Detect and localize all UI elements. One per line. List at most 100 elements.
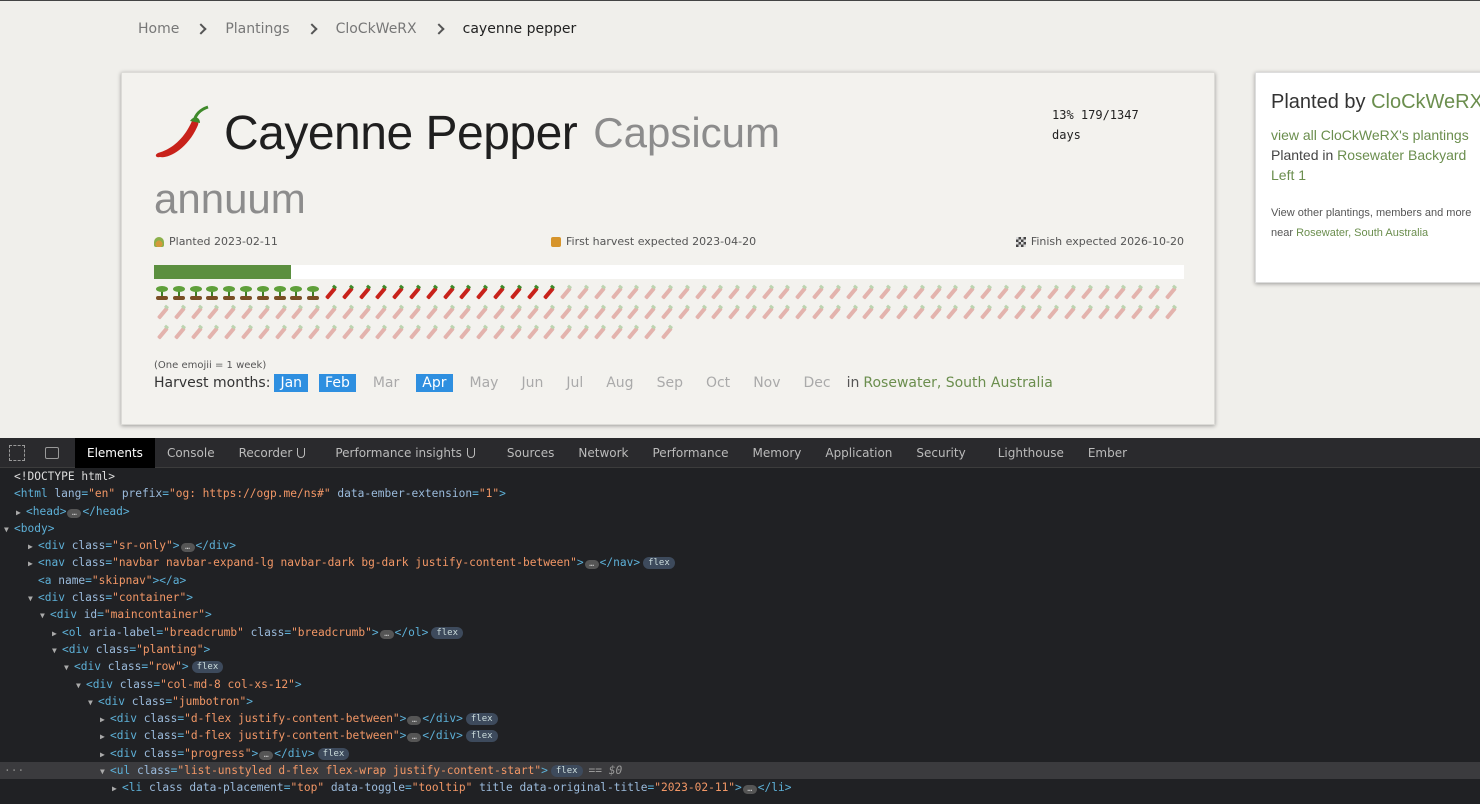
dom-node[interactable]: ▶ <li class data-placement="top" data-tog… — [0, 779, 1480, 796]
pepper-week-icon[interactable] — [272, 323, 289, 343]
pepper-week-icon[interactable] — [910, 303, 927, 323]
seedling-week-icon[interactable] — [288, 283, 305, 303]
tab-performance[interactable]: Performance — [641, 438, 741, 468]
pepper-week-icon[interactable] — [591, 303, 608, 323]
tab-recorder[interactable]: Recorder — [227, 438, 318, 468]
pepper-week-icon[interactable] — [255, 323, 272, 343]
view-all-plantings-link[interactable]: view all CloCkWeRX's plantings — [1271, 125, 1480, 145]
dom-node[interactable]: <!DOCTYPE html> — [0, 468, 1480, 485]
pepper-week-icon[interactable] — [1111, 303, 1128, 323]
dom-node[interactable]: ▼ <div id="maincontainer"> — [0, 606, 1480, 623]
pepper-week-icon[interactable] — [742, 303, 759, 323]
dom-node[interactable]: ▼ <body> — [0, 520, 1480, 537]
pepper-week-icon[interactable] — [994, 283, 1011, 303]
pepper-week-icon[interactable] — [1027, 303, 1044, 323]
pepper-week-icon[interactable] — [843, 283, 860, 303]
seedling-week-icon[interactable] — [255, 283, 272, 303]
pepper-week-icon[interactable] — [507, 283, 524, 303]
seedling-week-icon[interactable] — [171, 283, 188, 303]
pepper-week-icon[interactable] — [557, 303, 574, 323]
pepper-week-icon[interactable] — [658, 323, 675, 343]
pepper-week-icon[interactable] — [843, 303, 860, 323]
dom-node[interactable]: ··· ▼ <ul class="list-unstyled d-flex flex… — [0, 762, 1480, 780]
inspect-element-icon[interactable] — [9, 444, 25, 461]
pepper-week-icon[interactable] — [204, 323, 221, 343]
pepper-week-icon[interactable] — [406, 303, 423, 323]
breadcrumb-owner[interactable]: CloCkWeRX — [336, 21, 417, 37]
pepper-week-icon[interactable] — [540, 323, 557, 343]
pepper-week-icon[interactable] — [423, 283, 440, 303]
pepper-week-icon[interactable] — [708, 303, 725, 323]
pepper-week-icon[interactable] — [759, 303, 776, 323]
seedling-week-icon[interactable] — [204, 283, 221, 303]
pepper-week-icon[interactable] — [641, 283, 658, 303]
dom-node[interactable]: ▼ <div class="container"> — [0, 589, 1480, 606]
pepper-week-icon[interactable] — [456, 303, 473, 323]
seedling-week-icon[interactable] — [188, 283, 205, 303]
pepper-week-icon[interactable] — [305, 303, 322, 323]
pepper-week-icon[interactable] — [1095, 283, 1112, 303]
pepper-week-icon[interactable] — [154, 323, 171, 343]
pepper-week-icon[interactable] — [826, 283, 843, 303]
pepper-week-icon[interactable] — [389, 303, 406, 323]
tab-application[interactable]: Application — [813, 438, 904, 468]
pepper-week-icon[interactable] — [540, 283, 557, 303]
pepper-week-icon[interactable] — [960, 303, 977, 323]
pepper-week-icon[interactable] — [456, 283, 473, 303]
dom-node[interactable]: ▼ <div class="col-md-8 col-xs-12"> — [0, 676, 1480, 693]
pepper-week-icon[interactable] — [171, 303, 188, 323]
pepper-week-icon[interactable] — [591, 283, 608, 303]
pepper-week-icon[interactable] — [356, 283, 373, 303]
pepper-week-icon[interactable] — [826, 303, 843, 323]
pepper-week-icon[interactable] — [859, 303, 876, 323]
owner-link[interactable]: CloCkWeRX — [1371, 91, 1480, 113]
device-toolbar-icon[interactable] — [45, 446, 59, 459]
pepper-week-icon[interactable] — [708, 283, 725, 303]
tab-elements[interactable]: Elements — [75, 437, 155, 468]
pepper-week-icon[interactable] — [288, 303, 305, 323]
pepper-week-icon[interactable] — [675, 283, 692, 303]
pepper-week-icon[interactable] — [1095, 303, 1112, 323]
pepper-week-icon[interactable] — [490, 303, 507, 323]
pepper-week-icon[interactable] — [943, 283, 960, 303]
pepper-week-icon[interactable] — [305, 323, 322, 343]
pepper-week-icon[interactable] — [876, 283, 893, 303]
pepper-week-icon[interactable] — [893, 283, 910, 303]
tab-performance-insights[interactable]: Performance insights — [323, 438, 487, 468]
dom-node[interactable]: ▶ <div class="d-flex justify-content-betw… — [0, 727, 1480, 744]
pepper-week-icon[interactable] — [1027, 283, 1044, 303]
near-location-link[interactable]: Rosewater, South Australia — [1296, 227, 1428, 239]
pepper-week-icon[interactable] — [423, 323, 440, 343]
pepper-week-icon[interactable] — [221, 303, 238, 323]
pepper-week-icon[interactable] — [775, 283, 792, 303]
pepper-week-icon[interactable] — [272, 303, 289, 323]
dom-node[interactable]: ▼ <div class="planting"> — [0, 641, 1480, 658]
dom-node[interactable]: ▶ <div class="progress">… </div> flex — [0, 745, 1480, 762]
pepper-week-icon[interactable] — [910, 283, 927, 303]
pepper-week-icon[interactable] — [809, 283, 826, 303]
pepper-week-icon[interactable] — [977, 283, 994, 303]
pepper-week-icon[interactable] — [574, 283, 591, 303]
pepper-week-icon[interactable] — [692, 303, 709, 323]
pepper-week-icon[interactable] — [1078, 283, 1095, 303]
pepper-week-icon[interactable] — [440, 323, 457, 343]
pepper-week-icon[interactable] — [759, 283, 776, 303]
pepper-week-icon[interactable] — [389, 283, 406, 303]
pepper-week-icon[interactable] — [524, 323, 541, 343]
pepper-week-icon[interactable] — [608, 303, 625, 323]
pepper-week-icon[interactable] — [423, 303, 440, 323]
pepper-week-icon[interactable] — [1044, 283, 1061, 303]
location-link[interactable]: Rosewater, South Australia — [863, 375, 1052, 391]
pepper-week-icon[interactable] — [742, 283, 759, 303]
pepper-week-icon[interactable] — [994, 303, 1011, 323]
tab-console[interactable]: Console — [155, 438, 227, 468]
pepper-week-icon[interactable] — [1011, 283, 1028, 303]
pepper-week-icon[interactable] — [339, 303, 356, 323]
pepper-week-icon[interactable] — [389, 323, 406, 343]
pepper-week-icon[interactable] — [456, 323, 473, 343]
pepper-week-icon[interactable] — [322, 303, 339, 323]
pepper-week-icon[interactable] — [339, 323, 356, 343]
pepper-week-icon[interactable] — [490, 283, 507, 303]
pepper-week-icon[interactable] — [372, 303, 389, 323]
pepper-week-icon[interactable] — [608, 283, 625, 303]
